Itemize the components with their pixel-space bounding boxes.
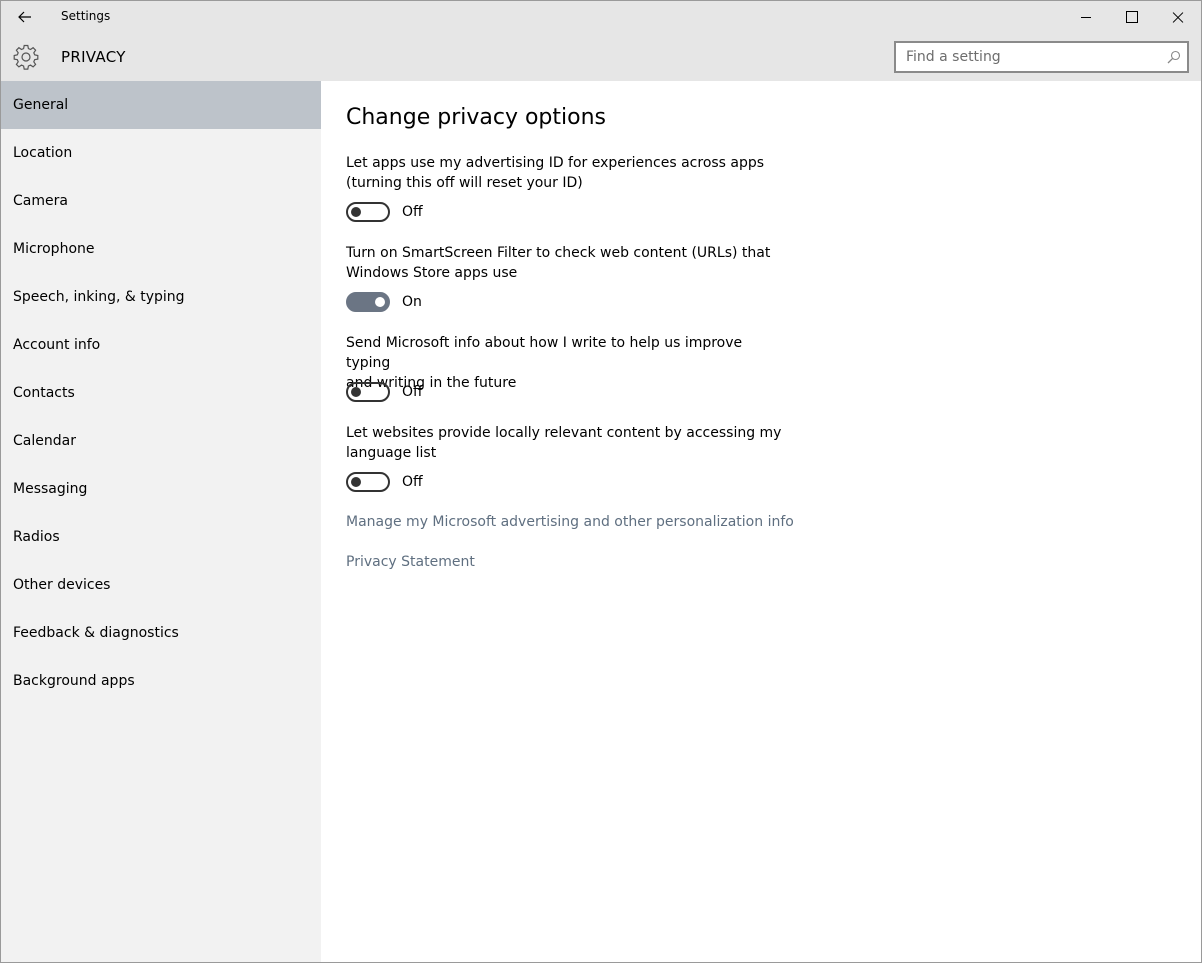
minimize-button[interactable] (1063, 1, 1109, 33)
sidebar-item-feedback-diagnostics[interactable]: Feedback & diagnostics (1, 609, 321, 657)
advertising-id-toggle[interactable] (346, 202, 390, 222)
sidebar-item-microphone[interactable]: Microphone (1, 225, 321, 273)
window-title: Settings (61, 9, 111, 23)
search-box[interactable] (894, 41, 1189, 73)
sidebar-item-contacts[interactable]: Contacts (1, 369, 321, 417)
language-list-toggle[interactable] (346, 472, 390, 492)
settings-window: Settings PRIVACY General Location Camera… (0, 0, 1202, 963)
setting-line: Let apps use my advertising ID for exper… (346, 155, 765, 171)
sidebar-item-other-devices[interactable]: Other devices (1, 561, 321, 609)
typing-info-toggle[interactable] (346, 382, 390, 402)
toggle-knob (375, 297, 385, 307)
title-bar: Settings (1, 1, 1201, 33)
back-arrow-icon (18, 11, 31, 23)
sidebar-item-general[interactable]: General (1, 81, 321, 129)
gear-icon (13, 44, 39, 70)
toggle-knob (351, 477, 361, 487)
sidebar-item-speech-inking-typing[interactable]: Speech, inking, & typing (1, 273, 321, 321)
search-input[interactable] (896, 43, 1187, 71)
sidebar-nav: General Location Camera Microphone Speec… (1, 81, 321, 962)
setting-line: Turn on SmartScreen Filter to check web … (346, 245, 771, 261)
main-content: Change privacy options Let apps use my a… (321, 81, 1201, 962)
smartscreen-toggle[interactable] (346, 292, 390, 312)
privacy-statement-link[interactable]: Privacy Statement (346, 554, 475, 570)
advertising-id-state: Off (402, 204, 423, 220)
page-title: Change privacy options (346, 105, 606, 130)
maximize-button[interactable] (1109, 1, 1155, 33)
sidebar-item-messaging[interactable]: Messaging (1, 465, 321, 513)
sidebar-item-radios[interactable]: Radios (1, 513, 321, 561)
advertising-id-description: Let apps use my advertising ID for exper… (346, 153, 786, 193)
sidebar-item-location[interactable]: Location (1, 129, 321, 177)
sidebar-item-camera[interactable]: Camera (1, 177, 321, 225)
sidebar-item-background-apps[interactable]: Background apps (1, 657, 321, 705)
close-button[interactable] (1155, 1, 1201, 33)
setting-line: Send Microsoft info about how I write to… (346, 335, 743, 371)
setting-line: Windows Store apps use (346, 265, 518, 281)
toggle-knob (351, 207, 361, 217)
language-list-description: Let websites provide locally relevant co… (346, 423, 786, 463)
manage-advertising-link[interactable]: Manage my Microsoft advertising and othe… (346, 514, 794, 530)
search-icon[interactable] (1167, 50, 1181, 64)
smartscreen-state: On (402, 294, 422, 310)
typing-info-state: Off (402, 384, 423, 400)
page-header: PRIVACY (1, 33, 1201, 81)
sidebar-item-account-info[interactable]: Account info (1, 321, 321, 369)
setting-line: Let websites provide locally relevant co… (346, 425, 782, 441)
setting-line: (turning this off will reset your ID) (346, 175, 583, 191)
smartscreen-description: Turn on SmartScreen Filter to check web … (346, 243, 786, 283)
sidebar-item-calendar[interactable]: Calendar (1, 417, 321, 465)
back-button[interactable] (7, 1, 43, 33)
setting-line: language list (346, 445, 437, 461)
language-list-state: Off (402, 474, 423, 490)
toggle-knob (351, 387, 361, 397)
page-title-header: PRIVACY (61, 48, 126, 66)
